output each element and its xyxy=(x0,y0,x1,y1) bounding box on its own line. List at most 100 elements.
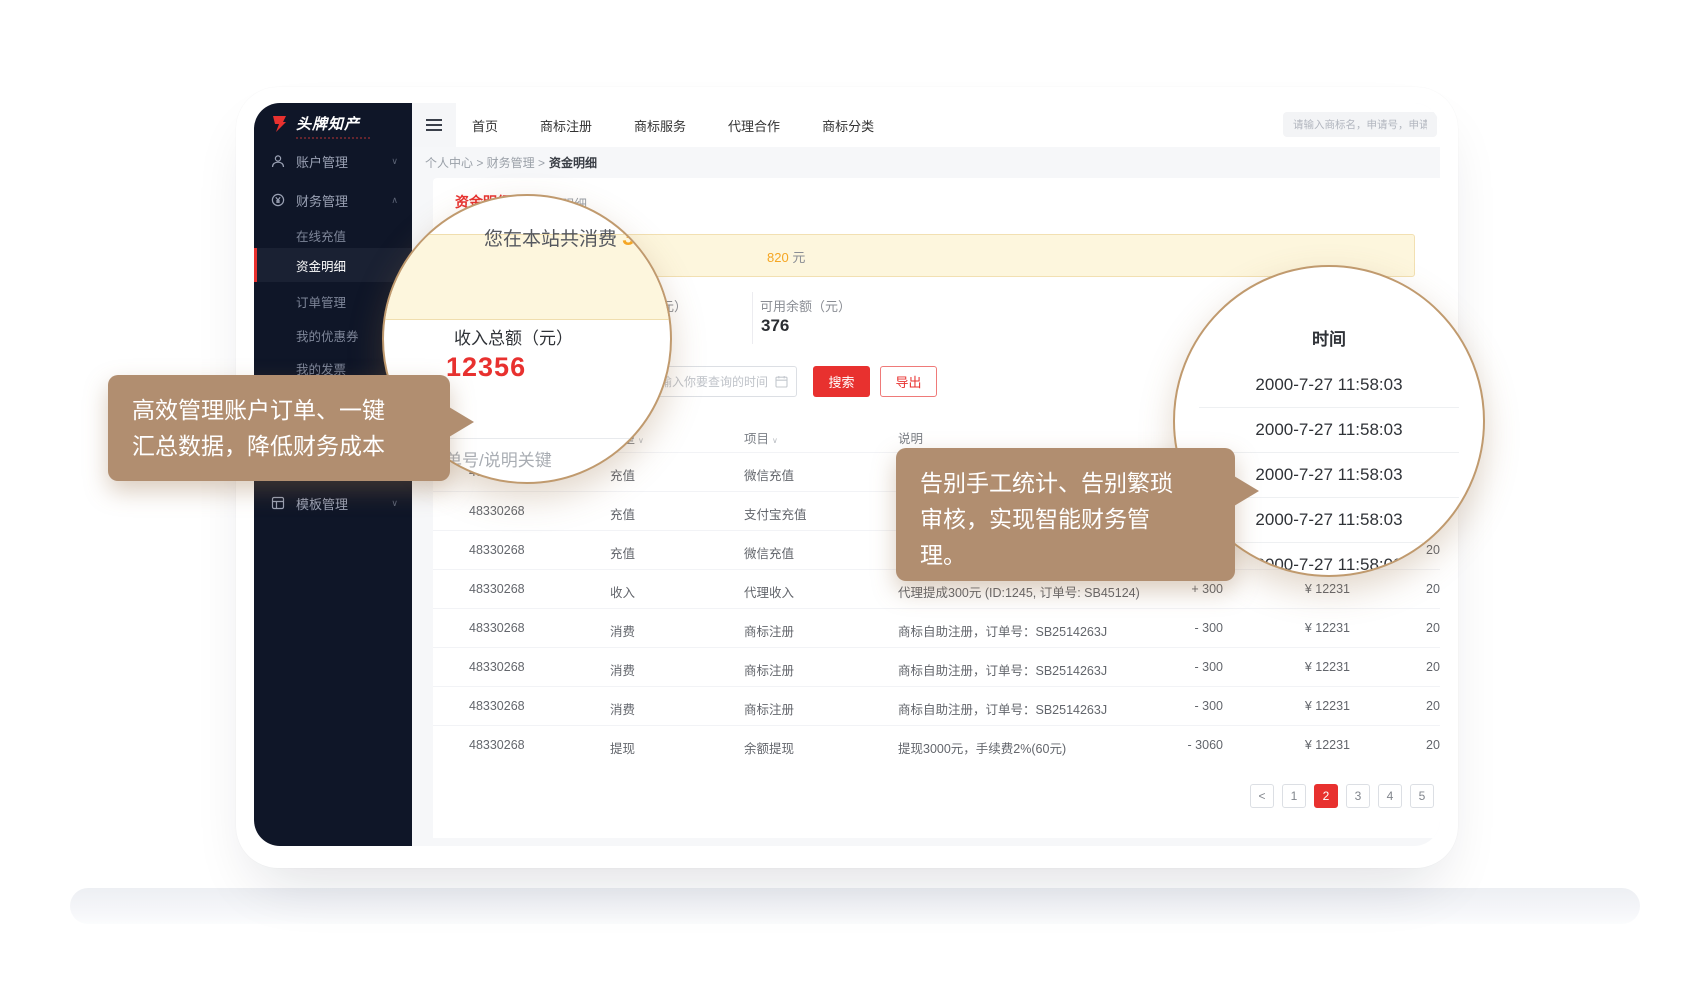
chevron-down-icon: ∨ xyxy=(772,436,778,445)
cell-type: 提现 xyxy=(610,738,635,757)
cell-amount: - 300 xyxy=(1133,660,1223,674)
cell-order-no: 48330268 xyxy=(469,660,525,674)
cell-type: 充值 xyxy=(610,504,635,523)
zoomed-time-row: 2000-7-27 11:58:03 xyxy=(1199,543,1459,577)
cell-order-no: 48330268 xyxy=(469,504,525,518)
nav-links: 首页 商标注册 商标服务 代理合作 商标分类 xyxy=(472,103,874,147)
callout-arrow-right-icon xyxy=(449,407,474,437)
pagination-button[interactable]: 3 xyxy=(1346,784,1370,808)
cell-type: 消费 xyxy=(610,621,635,640)
pagination-button[interactable]: 2 xyxy=(1314,784,1338,808)
cell-time: 2000-7-27 11:58:03 xyxy=(1426,738,1440,752)
export-button[interactable]: 导出 xyxy=(880,366,937,397)
cell-time: 2000-7-27 11:58:03 xyxy=(1426,660,1440,674)
cell-project: 商标注册 xyxy=(744,660,794,679)
cell-amount: - 300 xyxy=(1133,699,1223,713)
cell-time: 2000-7-27 11:58:03 xyxy=(1426,582,1440,596)
cell-order-no: 48330268 xyxy=(469,699,525,713)
table-row: 48330268 消费 商标注册 商标自助注册，订单号：SB2514263J -… xyxy=(433,686,1440,725)
table-row: 48330268 消费 商标注册 商标自助注册，订单号：SB2514263J -… xyxy=(433,608,1440,647)
user-icon xyxy=(271,154,286,168)
cell-project: 商标注册 xyxy=(744,621,794,640)
zoomed-time-row: 2000-7-27 11:58:03 xyxy=(1199,408,1459,453)
table-row: 48330268 提现 余额提现 提现3000元，手续费2%(60元) - 30… xyxy=(433,725,1440,764)
zoomed-time-list: 2000-7-27 11:58:03 2000-7-27 11:58:03 20… xyxy=(1199,363,1459,577)
brand-logo[interactable]: 头牌知产 xyxy=(270,113,360,134)
cell-type: 消费 xyxy=(610,660,635,679)
pagination-button[interactable]: < xyxy=(1250,784,1274,808)
cell-type: 收入 xyxy=(610,582,635,601)
chevron-up-icon: ∧ xyxy=(391,195,398,206)
top-navbar: 首页 商标注册 商标服务 代理合作 商标分类 xyxy=(412,103,1440,147)
calendar-icon[interactable] xyxy=(775,375,788,393)
zoomed-banner-text: 您在本站共消费 32124 大 xyxy=(484,224,672,251)
cell-amount: - 300 xyxy=(1133,621,1223,635)
zoomed-consumed-amount: 32124 xyxy=(622,225,672,250)
brand-name: 头牌知产 xyxy=(296,113,360,134)
sidebar-item-account[interactable]: 账户管理 ∨ xyxy=(254,144,412,178)
cell-project: 余额提现 xyxy=(744,738,794,757)
cell-balance: ¥ 12231 xyxy=(1263,699,1350,713)
sidebar-item-label: 账户管理 xyxy=(296,152,391,171)
cell-order-no: 48330268 xyxy=(469,621,525,635)
cell-project: 微信充值 xyxy=(744,465,794,484)
breadcrumb-current: 资金明细 xyxy=(549,156,597,170)
breadcrumb: 个人中心 > 财务管理 >资金明细 xyxy=(425,154,597,171)
nav-link[interactable]: 代理合作 xyxy=(728,116,780,135)
cell-description: 商标自助注册，订单号：SB2514263J xyxy=(898,699,1107,718)
zoomed-time-header: 时间 xyxy=(1175,325,1483,350)
hamburger-menu-button[interactable] xyxy=(412,103,456,147)
callout-left-line2: 汇总数据，降低财务成本 xyxy=(132,428,426,464)
sidebar-item-template-management[interactable]: 模板管理 ∨ xyxy=(254,486,412,520)
cell-description: 商标自助注册，订单号：SB2514263J xyxy=(898,660,1107,679)
marketing-composition: 头牌知产 账户管理 ∨ xyxy=(0,0,1696,1002)
callout-right-line3: 理。 xyxy=(920,537,1211,573)
zoomed-input-border xyxy=(420,438,672,439)
brand-flag-icon xyxy=(270,114,290,134)
zoomed-income-value: 12356 xyxy=(446,352,526,383)
pagination-button[interactable]: 5 xyxy=(1410,784,1434,808)
callout-arrow-right-icon xyxy=(1234,476,1259,506)
cell-balance: ¥ 12231 xyxy=(1263,660,1350,674)
callout-left-line1: 高效管理账户订单、一键 xyxy=(132,392,426,428)
sidebar-item-label: 财务管理 xyxy=(296,191,391,210)
stat-balance-value: 376 xyxy=(761,316,789,336)
search-button[interactable]: 搜索 xyxy=(813,366,870,397)
nav-link[interactable]: 商标分类 xyxy=(822,116,874,135)
cell-amount: + 300 xyxy=(1133,582,1223,596)
table-row: 48330268 消费 商标注册 商标自助注册，订单号：SB2514263J -… xyxy=(433,647,1440,686)
callout-right: 告别手工统计、告别繁琐 审核，实现智能财务管 理。 xyxy=(896,448,1235,581)
brand-tagline-microtext xyxy=(296,137,370,139)
cell-project: 支付宝充值 xyxy=(744,504,807,523)
callout-right-line1: 告别手工统计、告别繁琐 xyxy=(920,465,1211,501)
cell-project: 代理收入 xyxy=(744,582,794,601)
cell-description: 代理提成300元 (ID:1245, 订单号: SB45124) xyxy=(898,582,1140,601)
nav-link[interactable]: 商标服务 xyxy=(634,116,686,135)
callout-left: 高效管理账户订单、一键 汇总数据，降低财务成本 xyxy=(108,375,450,481)
hamburger-icon xyxy=(426,124,442,126)
trademark-search-input[interactable] xyxy=(1283,112,1437,137)
pagination-button[interactable]: 1 xyxy=(1282,784,1306,808)
cell-time: 2000-7-27 11:58:03 xyxy=(1426,699,1440,713)
cell-time: 2000-7-27 11:58:03 xyxy=(1426,621,1440,635)
pagination-button[interactable]: 4 xyxy=(1378,784,1402,808)
cell-description: 提现3000元，手续费2%(60元) xyxy=(898,738,1066,757)
template-icon xyxy=(271,496,286,510)
nav-link[interactable]: 首页 xyxy=(472,116,498,135)
zoomed-income-label: 收入总额（元） xyxy=(454,324,573,349)
cell-order-no: 48330268 xyxy=(469,582,525,596)
nav-link[interactable]: 商标注册 xyxy=(540,116,592,135)
cell-order-no: 48330268 xyxy=(469,738,525,752)
laptop-base xyxy=(70,888,1640,924)
pagination: < 1 2 3 4 5 xyxy=(1250,784,1434,808)
cell-amount: - 3060 xyxy=(1133,738,1223,752)
cell-balance: ¥ 12231 xyxy=(1263,582,1350,596)
stat-balance-label: 可用余额（元） xyxy=(760,296,851,315)
col-header-project[interactable]: 项目∨ xyxy=(744,428,778,447)
sidebar-item-finance[interactable]: 财务管理 ∧ xyxy=(254,183,412,217)
chevron-down-icon: ∨ xyxy=(391,156,398,167)
callout-right-line2: 审核，实现智能财务管 xyxy=(920,501,1211,537)
chevron-down-icon: ∨ xyxy=(391,498,398,509)
banner-tail-text: 820 元 xyxy=(767,247,805,266)
cell-balance: ¥ 12231 xyxy=(1263,738,1350,752)
